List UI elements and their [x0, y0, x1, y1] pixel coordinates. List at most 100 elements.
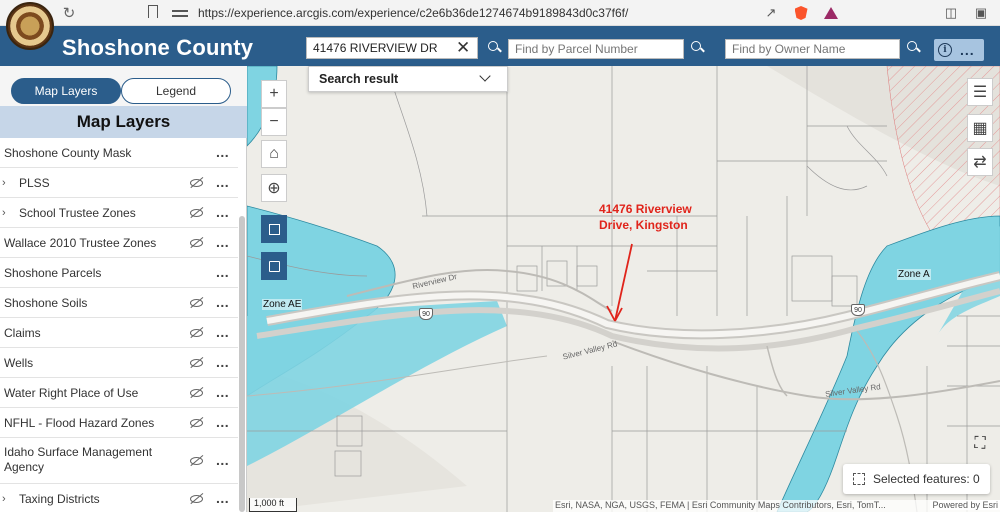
visibility-off-icon[interactable] [190, 237, 204, 249]
visibility-off-icon[interactable] [190, 207, 204, 219]
basemap-gallery-icon[interactable]: ▦ [967, 114, 993, 142]
layer-options-icon[interactable]: ... [216, 294, 229, 310]
attribution-text: Esri, NASA, NGA, USGS, FEMA | Esri Commu… [555, 500, 886, 510]
layer-item[interactable]: › PLSS... [0, 168, 238, 198]
browser-actions: ↗ ◫ ▣ [764, 0, 1000, 26]
zone-label-ae: Zone AE [262, 299, 303, 310]
reload-icon[interactable]: ↻ [56, 2, 82, 24]
layer-label: Idaho Surface Management Agency [4, 445, 153, 474]
print-tool-icon[interactable] [261, 252, 287, 280]
layer-item[interactable]: › Taxing Districts... [0, 484, 238, 512]
search-result-dropdown[interactable]: Search result [308, 66, 508, 92]
visibility-off-icon[interactable] [190, 297, 204, 309]
share-icon[interactable]: ↗ [764, 5, 778, 20]
layer-options-icon[interactable]: ... [216, 354, 229, 370]
layer-item[interactable]: Idaho Surface Management Agency... [0, 438, 238, 484]
layer-item[interactable]: › School Trustee Zones... [0, 198, 238, 228]
expand-icon[interactable]: › [2, 207, 6, 219]
wallet-icon[interactable]: ▣ [974, 5, 988, 20]
home-icon[interactable]: ⌂ [261, 140, 287, 168]
layer-options-icon[interactable]: ... [216, 264, 229, 280]
panel-title: Map Layers [0, 106, 247, 138]
layer-options-icon[interactable]: ... [216, 414, 229, 430]
visibility-off-icon[interactable] [190, 177, 204, 189]
powered-by-link[interactable]: Powered by Esri [930, 500, 1000, 510]
layer-label: Taxing Districts [19, 492, 100, 506]
visibility-off-icon[interactable] [190, 387, 204, 399]
map-attribution: Esri, NASA, NGA, USGS, FEMA | Esri Commu… [553, 500, 1000, 512]
search-result-label: Search result [319, 72, 399, 86]
site-settings-icon[interactable] [172, 7, 188, 19]
layer-label: Claims [4, 326, 41, 340]
zone-label-a: Zone A [897, 269, 931, 280]
layer-label: Shoshone Soils [4, 296, 88, 310]
sidebar-scrollbar[interactable] [239, 216, 245, 512]
header-menu-button[interactable]: i ... [934, 39, 984, 61]
annotation-line-1: 41476 Riverview [599, 202, 692, 216]
selection-icon [853, 473, 865, 485]
fullscreen-icon[interactable]: ⛶ [967, 431, 993, 457]
layer-item[interactable]: NFHL - Flood Hazard Zones... [0, 408, 238, 438]
layer-label: PLSS [19, 176, 50, 190]
layer-options-icon[interactable]: ... [216, 234, 229, 250]
visibility-off-icon[interactable] [190, 327, 204, 339]
basemap [247, 66, 1000, 512]
search-icon[interactable] [488, 41, 502, 55]
rewards-icon[interactable] [824, 6, 838, 20]
tab-map-layers[interactable]: Map Layers [11, 78, 121, 104]
annotation-line-2: Drive, Kingston [599, 218, 688, 232]
layers-icon[interactable]: ☰ [967, 78, 993, 106]
layer-options-icon[interactable]: ... [216, 144, 229, 160]
clear-search-icon[interactable]: ✕ [456, 39, 470, 56]
layer-label: Water Right Place of Use [4, 386, 139, 400]
layer-label: School Trustee Zones [19, 206, 136, 220]
chevron-down-icon[interactable] [479, 70, 491, 82]
tab-legend[interactable]: Legend [121, 78, 231, 104]
parcel-number-input[interactable] [508, 39, 684, 59]
visibility-off-icon[interactable] [190, 357, 204, 369]
brave-shield-icon[interactable] [794, 6, 808, 20]
more-icon[interactable]: ... [960, 42, 975, 58]
layer-label: NFHL - Flood Hazard Zones [4, 416, 155, 430]
locate-icon[interactable]: ⊕ [261, 174, 287, 202]
layer-item[interactable]: Water Right Place of Use... [0, 378, 238, 408]
info-icon[interactable]: i [938, 43, 952, 57]
layer-item[interactable]: Shoshone Parcels... [0, 258, 238, 288]
scale-bar: 1,000 ft [249, 498, 297, 512]
owner-name-input[interactable] [725, 39, 900, 59]
expand-icon[interactable]: › [2, 177, 6, 189]
visibility-off-icon[interactable] [190, 455, 204, 467]
visibility-off-icon[interactable] [190, 417, 204, 429]
sidebar-toggle-icon[interactable]: ◫ [944, 5, 958, 20]
selected-features-panel[interactable]: Selected features: 0 [843, 464, 990, 494]
layer-label: Wells [4, 356, 34, 370]
layer-options-icon[interactable]: ... [216, 174, 229, 190]
swipe-tool-icon[interactable]: ⇄ [967, 148, 993, 176]
county-seal-logo [6, 2, 54, 50]
selected-features-count: Selected features: 0 [873, 472, 980, 486]
browser-toolbar: ‹ › ↻ https://experience.arcgis.com/expe… [0, 0, 1000, 26]
expand-icon[interactable]: › [2, 493, 6, 505]
zoom-out-button[interactable]: − [261, 108, 287, 136]
parcel-search-icon[interactable] [691, 41, 705, 55]
layer-options-icon[interactable]: ... [216, 384, 229, 400]
layer-options-icon[interactable]: ... [216, 204, 229, 220]
layer-item[interactable]: Shoshone Soils... [0, 288, 238, 318]
layer-label: Wallace 2010 Trustee Zones [4, 236, 157, 250]
layer-item[interactable]: Wallace 2010 Trustee Zones... [0, 228, 238, 258]
layer-options-icon[interactable]: ... [216, 490, 229, 506]
address-bar[interactable]: https://experience.arcgis.com/experience… [172, 3, 732, 23]
layer-options-icon[interactable]: ... [216, 324, 229, 340]
owner-search-icon[interactable] [907, 41, 921, 55]
map-view[interactable]: + − ⌂ ⊕ ☰ ▦ ⇄ ⛶ Zone AE Zone A Riverview… [247, 66, 1000, 512]
layer-item[interactable]: Claims... [0, 318, 238, 348]
interstate-shield: 90 [419, 308, 433, 320]
measure-tool-icon[interactable] [261, 215, 287, 243]
bookmark-icon[interactable] [148, 5, 158, 18]
layer-item[interactable]: Wells... [0, 348, 238, 378]
layer-item[interactable]: Shoshone County Mask... [0, 138, 238, 168]
visibility-off-icon[interactable] [190, 493, 204, 505]
zoom-in-button[interactable]: + [261, 80, 287, 108]
layer-options-icon[interactable]: ... [216, 452, 229, 468]
address-search-input[interactable] [306, 37, 478, 59]
